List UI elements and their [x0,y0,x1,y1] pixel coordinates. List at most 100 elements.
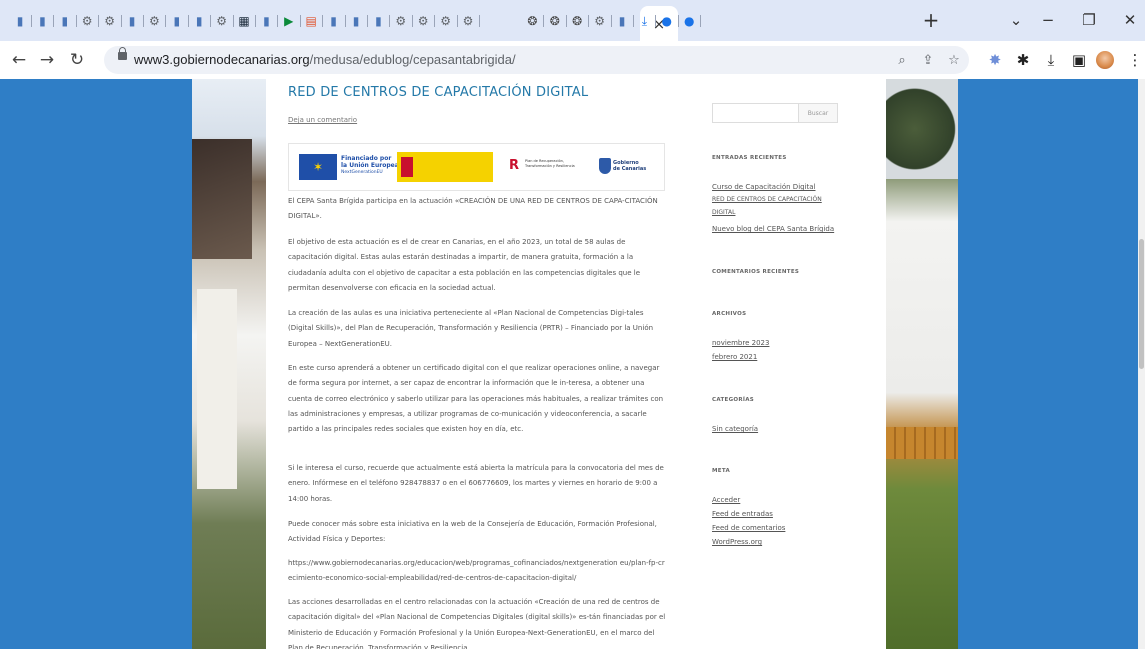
restore-button[interactable]: ❐ [1071,8,1107,32]
chatgpt-icon: ❂ [527,14,538,28]
paragraph-url[interactable]: https://www.gobiernodecanarias.org/educa… [288,556,668,587]
gear-icon: ⚙ [149,14,160,28]
meta-link[interactable]: Acceder [712,493,740,507]
archives-title: ARCHIVOS [712,311,747,317]
background-photo-left [192,79,266,649]
paragraph-8: Las acciones desarrolladas en el centro … [288,598,666,649]
share-icon[interactable]: ⇪ [918,50,938,70]
category-link[interactable]: Sin categoría [712,422,758,436]
gear-icon: ⚙ [594,14,605,28]
blog-page: RED DE CENTROS DE CAPACITACIÓN DIGITAL D… [266,79,886,649]
archive-link[interactable]: febrero 2021 [712,350,757,364]
extension-gear-icon[interactable]: ✸ [984,49,1006,71]
paragraph-4: En este curso aprenderá a obtener un cer… [288,364,664,434]
downloads-icon[interactable]: ⤓ [1040,49,1062,71]
address-bar[interactable]: www3.gobiernodecanarias.org/medusa/edubl… [104,46,969,74]
paragraph-2: El objetivo de esta actuación es el de c… [288,238,641,292]
app-icon: ▦ [238,14,250,28]
recent-post-link[interactable]: RED DE CENTROS DE CAPACITACIÓN [712,193,822,207]
gear-icon: ⚙ [395,14,407,28]
recent-comments-title: COMENTARIOS RECIENTES [712,269,800,275]
gear-icon: ⚙ [440,14,451,28]
browser-tab[interactable]: ● [675,8,703,34]
url-host: www3.gobiernodecanarias.org [134,52,310,67]
scrollbar-thumb[interactable] [1139,239,1144,369]
paragraph-3: La creación de las aulas es una iniciati… [288,309,654,348]
chatgpt-icon: ❂ [572,14,583,28]
page-icon: ▮ [195,14,203,28]
archive-link[interactable]: noviembre 2023 [712,336,769,350]
extensions-puzzle-icon[interactable]: ✱ [1012,49,1034,71]
eu-text-1: Financiado por [341,155,392,162]
gear-icon: ⚙ [104,14,115,28]
recent-posts-title: ENTRADAS RECIENTES [712,155,787,161]
prtr-logo-icon: R [509,158,520,173]
download-icon: ⤓ [641,13,648,28]
avatar[interactable] [1094,49,1116,71]
search-input[interactable] [712,103,800,123]
url-text[interactable]: www3.gobiernodecanarias.org/medusa/edubl… [134,52,516,67]
background-photo-right [886,79,958,649]
canarias-text-2: de Canarias [613,166,647,172]
bookmark-star-icon[interactable]: ☆ [944,50,964,70]
gear-icon: ⚙ [216,14,227,28]
circle-icon: ● [683,14,695,28]
eu-text-2: la Unión Europea [341,162,399,169]
ministry-logo [397,152,493,182]
post-title[interactable]: RED DE CENTROS DE CAPACITACIÓN DIGITAL [288,85,588,100]
page-icon: ▮ [16,14,24,28]
tab-separator [700,15,702,27]
recent-post-link[interactable]: Nuevo blog del CEPA Santa Brígida [712,222,834,236]
minimize-button[interactable]: − [1030,8,1066,32]
page-icon: ▮ [39,14,46,28]
page-icon: ▮ [128,14,136,28]
tab-separator [479,15,480,27]
forward-arrow-icon[interactable]: → [34,47,60,73]
categories-title: CATEGORÍAS [712,397,755,403]
funding-logos: ✶ Financiado por la Unión Europea NextGe… [288,143,665,191]
page-icon: ▮ [352,14,360,28]
gear-icon: ⚙ [417,14,429,28]
recent-post-link[interactable]: Curso de Capacitación Digital [712,180,816,194]
meta-link[interactable]: WordPress.org [712,535,762,549]
canarias-shield-icon [599,158,611,174]
side-panel-icon[interactable]: ▣ [1068,49,1090,71]
reload-icon[interactable]: ↻ [64,47,90,73]
gear-icon: ⚙ [462,14,474,28]
new-tab-button[interactable]: + [913,8,949,32]
image-icon: ▤ [305,14,317,28]
chatgpt-icon: ❂ [549,14,560,28]
prtr-text: Plan de Recuperación, Transformación y R… [525,159,575,168]
play-icon: ▶ [284,14,294,28]
page-icon: ▮ [375,14,382,28]
meta-title: META [712,468,731,474]
page-icon: ▮ [61,14,69,28]
browser-tab[interactable]: ⚙ [454,8,482,34]
paragraph-1: El CEPA Santa Brígida participa en la ac… [288,197,658,221]
tab-search-icon[interactable]: ⌄ [998,8,1034,32]
back-arrow-icon[interactable]: ← [6,47,32,73]
close-window-button[interactable]: ✕ [1112,8,1145,32]
zoom-icon[interactable]: ⌕ [892,50,912,70]
scrollbar[interactable] [1138,79,1145,649]
paragraph-6: Puede conocer más sobre esta iniciativa … [288,520,657,544]
page-icon: ▮ [618,14,626,28]
gear-icon: ⚙ [81,14,93,28]
menu-icon[interactable]: ⋮ [1124,49,1145,71]
comment-link[interactable]: Deja un comentario [288,116,357,124]
lock-icon [118,47,127,60]
eu-text-3: NextGenerationEU [341,170,383,175]
eu-flag-icon: ✶ [299,154,337,180]
paragraph-5: Si le interesa el curso, recuerde que ac… [288,464,664,503]
url-path: /medusa/edublog/cepasantabrigida/ [309,52,516,67]
page-viewport: RED DE CENTROS DE CAPACITACIÓN DIGITAL D… [0,79,1145,649]
recent-post-link[interactable]: DIGITAL [712,206,735,220]
browser-toolbar: ← → ↻ www3.gobiernodecanarias.org/medusa… [0,41,1145,79]
search-button[interactable]: Buscar [798,103,838,123]
meta-link[interactable]: Feed de comentarios [712,521,785,535]
page-icon: ▮ [330,14,337,28]
circle-icon: ● [661,14,673,28]
page-icon: ▮ [263,14,270,28]
page-icon: ▮ [173,14,181,28]
meta-link[interactable]: Feed de entradas [712,507,773,521]
